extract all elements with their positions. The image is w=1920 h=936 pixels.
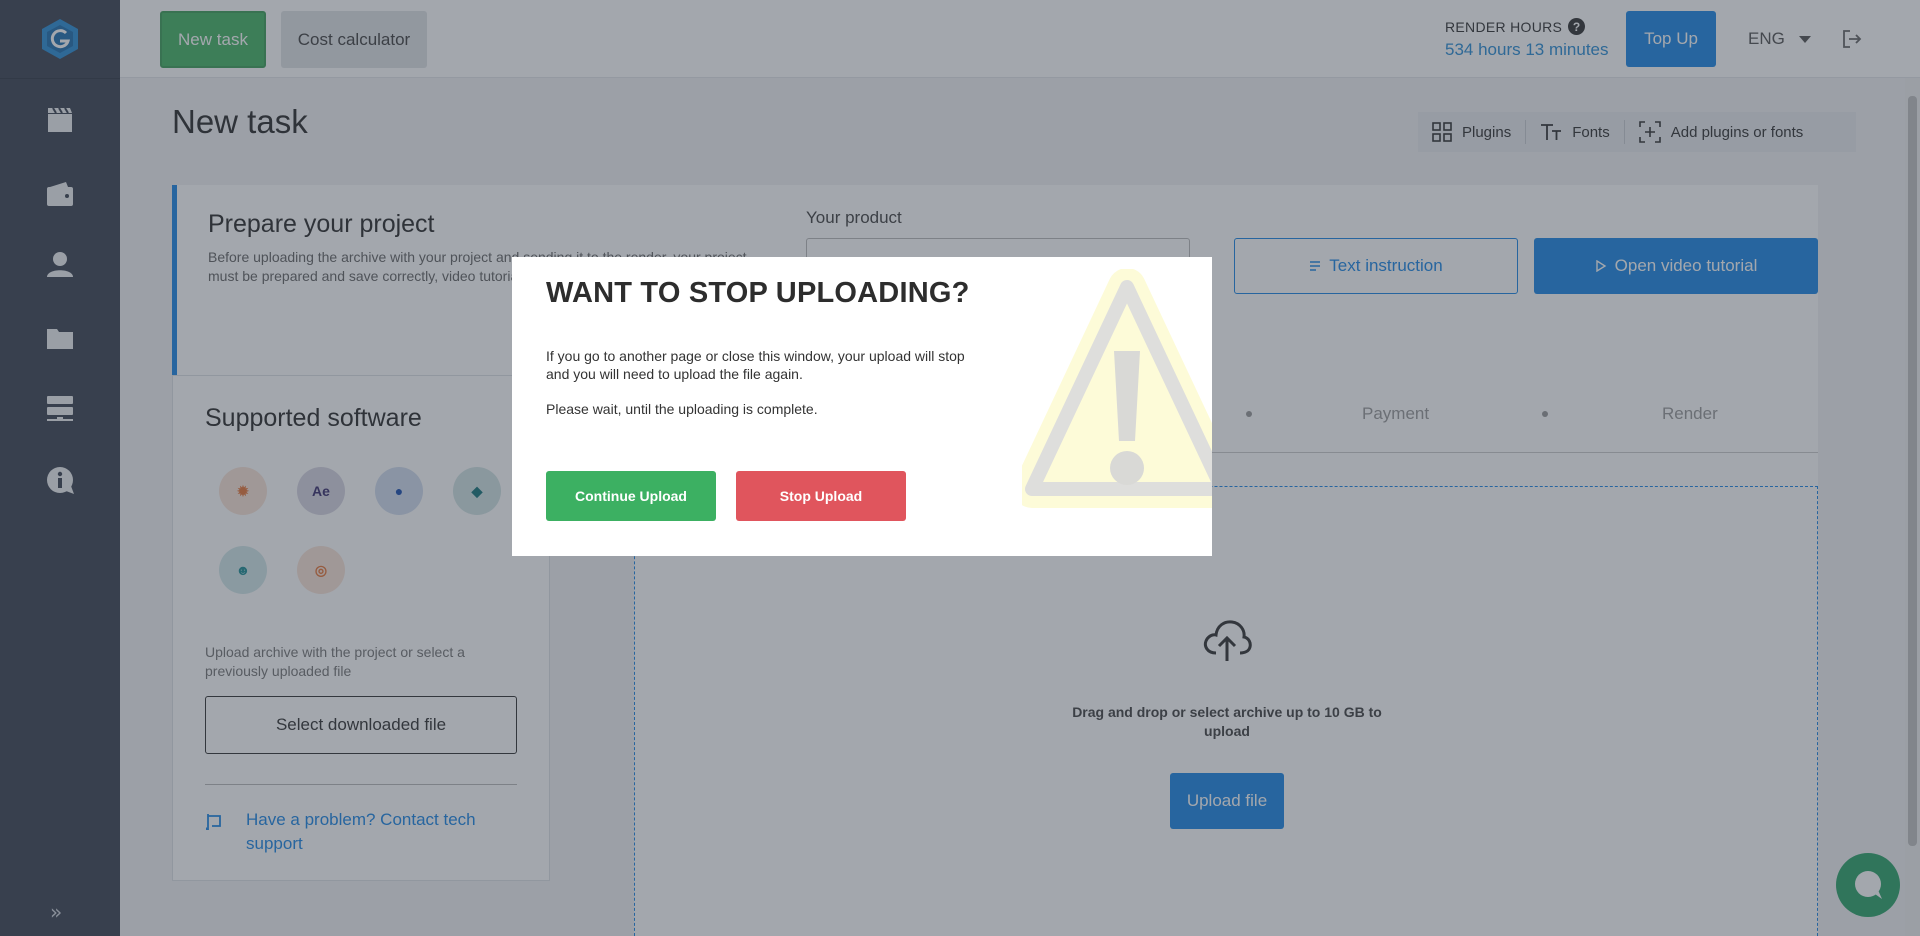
stop-upload-dialog: WANT TO STOP UPLOADING? If you go to ano… <box>512 257 1212 556</box>
dialog-wait-message: Please wait, until the uploading is comp… <box>546 401 818 417</box>
stop-upload-button[interactable]: Stop Upload <box>736 471 906 521</box>
continue-upload-button[interactable]: Continue Upload <box>546 471 716 521</box>
dialog-message: If you go to another page or close this … <box>546 348 965 382</box>
warning-icon <box>1022 269 1212 508</box>
dialog-title: WANT TO STOP UPLOADING? <box>546 277 970 309</box>
